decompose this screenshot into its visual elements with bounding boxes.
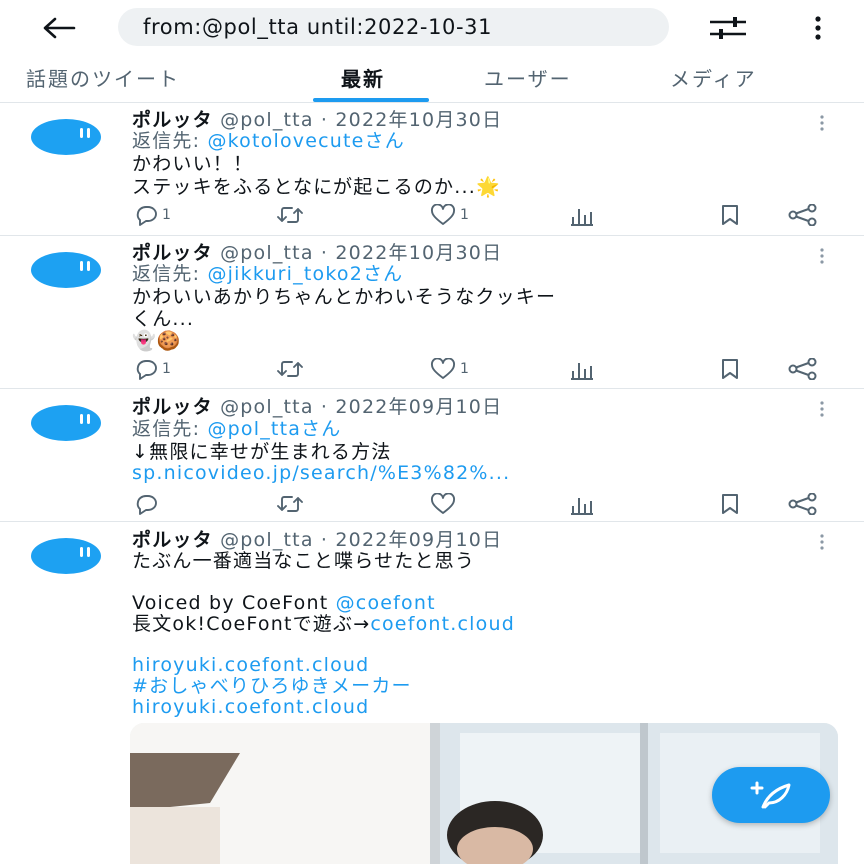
sliders-icon — [710, 17, 746, 39]
tweet-text: ↓無限に幸せが生まれる方法 — [132, 441, 392, 463]
retweet-button[interactable] — [276, 203, 304, 227]
avatar[interactable] — [30, 401, 102, 445]
tweet-text: 長文ok!CoeFontで遊ぶ→ — [132, 613, 371, 635]
tweet-more-icon[interactable] — [812, 532, 832, 552]
tweet-text: たぶん一番適当なこと喋らせたと思う — [132, 550, 476, 572]
tweet-text: かわいいあかりちゃんとかわいそうなクッキー — [132, 286, 557, 308]
like-button[interactable] — [430, 492, 460, 516]
reply-icon — [136, 495, 157, 515]
tab-latest[interactable]: 最新 — [341, 56, 385, 102]
like-button[interactable]: 1 — [430, 203, 469, 227]
compose-tweet-button[interactable] — [712, 767, 830, 823]
reply-button[interactable] — [134, 492, 162, 516]
tweet-link[interactable]: hiroyuki.coefont.cloud — [132, 696, 369, 718]
bookmark-button[interactable] — [720, 203, 740, 227]
share-button[interactable] — [788, 203, 818, 227]
reply-count: 1 — [162, 361, 171, 377]
views-button[interactable] — [570, 357, 594, 381]
bookmark-button[interactable] — [720, 492, 740, 516]
like-count: 1 — [460, 361, 469, 377]
reply-to-link[interactable]: @pol_ttaさん — [207, 418, 341, 440]
reply-to-link[interactable]: @jikkuri_toko2さん — [207, 263, 403, 285]
hashtag-link[interactable]: #おしゃべりひろゆきメーカー — [132, 675, 412, 697]
reply-icon — [136, 206, 157, 226]
top-bar: from:@pol_tta until:2022-10-31 — [0, 0, 864, 56]
tweet-text: Voiced by CoeFont — [132, 592, 336, 614]
retweet-icon — [277, 361, 303, 377]
back-button[interactable] — [36, 10, 82, 46]
reply-label: 返信先: — [132, 130, 208, 152]
like-button[interactable]: 1 — [430, 357, 469, 381]
tweet-more-icon[interactable] — [812, 399, 832, 419]
compose-feather-icon — [750, 781, 791, 809]
share-icon — [788, 493, 817, 515]
heart-icon — [431, 358, 455, 379]
heart-icon — [431, 204, 455, 225]
reply-label: 返信先: — [132, 263, 208, 285]
reply-button[interactable]: 1 — [134, 203, 171, 227]
author-handle-date: @pol_tta · 2022年10月30日 — [220, 109, 503, 131]
views-chart-icon — [571, 498, 593, 515]
views-chart-icon — [571, 363, 593, 380]
author-handle-date: @pol_tta · 2022年10月30日 — [220, 242, 503, 264]
tweet-text: ステッキをふるとなにが起こるのか... — [132, 176, 476, 198]
views-chart-icon — [571, 209, 593, 226]
author-handle-date: @pol_tta · 2022年09月10日 — [220, 529, 503, 551]
author-name[interactable]: ポルッタ — [132, 109, 213, 131]
reply-button[interactable]: 1 — [134, 357, 171, 381]
share-icon — [788, 204, 817, 226]
author-handle-date: @pol_tta · 2022年09月10日 — [220, 396, 503, 418]
reply-label: 返信先: — [132, 418, 208, 440]
retweet-icon — [277, 207, 303, 223]
search-tabs: 話題のツイート 最新 ユーザー メディア — [0, 56, 864, 103]
bookmark-icon — [722, 494, 738, 514]
share-icon — [788, 358, 817, 380]
tweet-link[interactable]: sp.nicovideo.jp/search/%E3%82%... — [132, 462, 510, 484]
mention-link[interactable]: @coefont — [336, 592, 436, 614]
retweet-button[interactable] — [276, 492, 304, 516]
heart-icon — [431, 493, 455, 514]
avatar[interactable] — [30, 115, 102, 159]
author-name[interactable]: ポルッタ — [132, 396, 213, 418]
author-name[interactable]: ポルッタ — [132, 242, 213, 264]
search-input[interactable]: from:@pol_tta until:2022-10-31 — [118, 8, 669, 46]
more-options-button[interactable] — [804, 10, 832, 46]
tab-media[interactable]: メディア — [670, 56, 757, 102]
bookmark-icon — [722, 205, 738, 225]
reply-icon — [136, 360, 157, 380]
bookmark-icon — [722, 359, 738, 379]
back-arrow-icon — [43, 17, 76, 39]
retweet-icon — [277, 496, 303, 512]
like-count: 1 — [460, 207, 469, 223]
tweet-text: かわいい！！ — [132, 153, 254, 175]
tab-people[interactable]: ユーザー — [484, 56, 572, 102]
share-button[interactable] — [788, 492, 818, 516]
avatar[interactable] — [30, 534, 102, 578]
retweet-button[interactable] — [276, 357, 304, 381]
share-button[interactable] — [788, 357, 818, 381]
avatar[interactable] — [30, 248, 102, 292]
vertical-dots-icon — [815, 16, 821, 40]
views-button[interactable] — [570, 203, 594, 227]
tweet[interactable]: ポルッタ @pol_tta · 2022年09月10日 返信先: @pol_tt… — [0, 389, 864, 522]
tweet-more-icon[interactable] — [812, 113, 832, 133]
tweet[interactable]: ポルッタ @pol_tta · 2022年10月30日 返信先: @kotolo… — [0, 103, 864, 236]
bookmark-button[interactable] — [720, 357, 740, 381]
tweet-text: くん... — [132, 308, 195, 330]
tweet-link[interactable]: coefont.cloud — [370, 613, 515, 635]
tweet[interactable]: ポルッタ @pol_tta · 2022年10月30日 返信先: @jikkur… — [0, 236, 864, 389]
reply-to-link[interactable]: @kotolovecuteさん — [207, 130, 405, 152]
tweet-link[interactable]: hiroyuki.coefont.cloud — [132, 654, 369, 676]
author-name[interactable]: ポルッタ — [132, 529, 213, 551]
search-filter-button[interactable] — [704, 12, 752, 44]
tab-top[interactable]: 話題のツイート — [26, 56, 180, 102]
reply-count: 1 — [162, 207, 171, 223]
ghost-cookie-emoji: 👻🍪 — [132, 330, 182, 352]
views-button[interactable] — [570, 492, 594, 516]
tweet-more-icon[interactable] — [812, 246, 832, 266]
star-emoji: 🌟 — [475, 176, 501, 198]
active-tab-indicator — [313, 98, 429, 102]
